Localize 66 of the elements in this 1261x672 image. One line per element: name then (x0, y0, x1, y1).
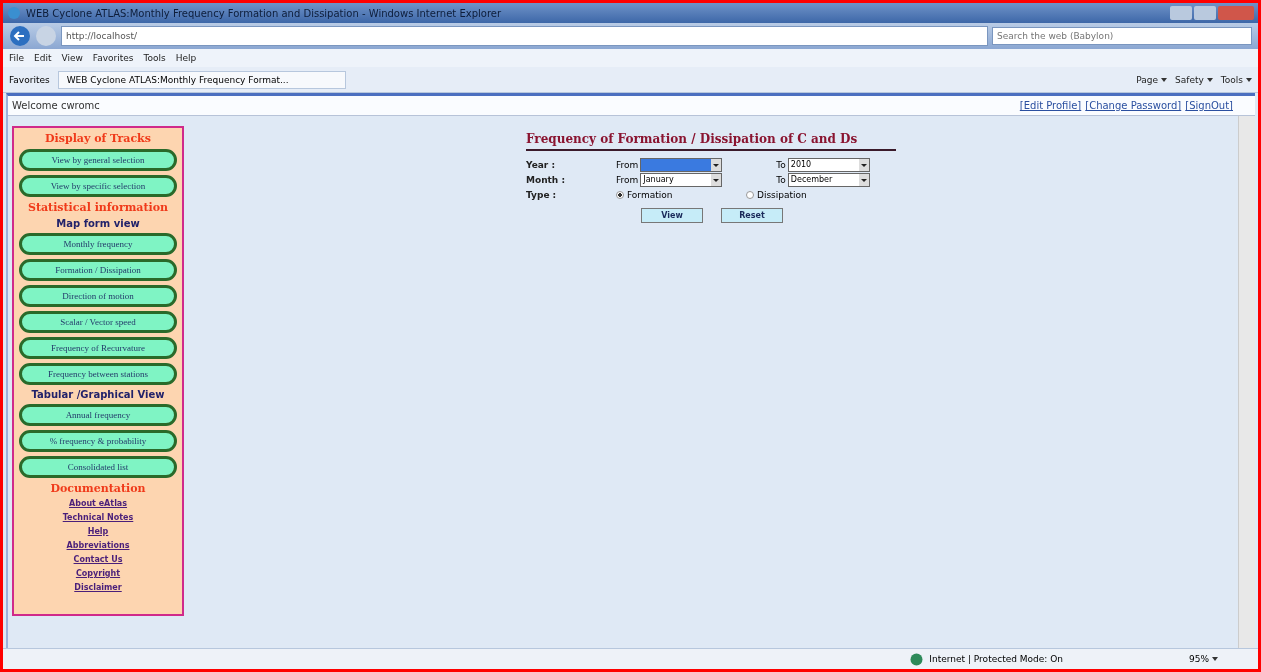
doc-link[interactable]: Abbreviations (66, 541, 130, 551)
to-label: To (776, 159, 786, 170)
nav-button[interactable]: Annual frequency (19, 404, 177, 426)
radio-option[interactable]: Dissipation (746, 189, 807, 200)
menu-item[interactable]: Tools (143, 53, 166, 63)
doc-link[interactable]: Help (87, 527, 109, 537)
account-link[interactable]: [Change Password] (1085, 100, 1182, 111)
toolbar-menu[interactable]: Page (1136, 74, 1168, 85)
menu-item[interactable]: File (9, 53, 25, 63)
menu-item[interactable]: Edit (34, 53, 52, 63)
subsection-heading: Tabular /Graphical View (31, 389, 165, 400)
nav-button[interactable]: View by general selection (19, 149, 177, 171)
menu-item[interactable]: View (61, 53, 83, 63)
nav-button[interactable]: View by specific selection (19, 175, 177, 197)
doc-link[interactable]: About eAtlas (68, 499, 128, 509)
dropdown[interactable]: January (640, 172, 723, 187)
toolbar-menu[interactable]: Tools (1220, 74, 1252, 85)
field-label: Type : (526, 189, 558, 200)
nav-button[interactable]: Direction of motion (19, 285, 177, 307)
radio-option[interactable]: Formation (616, 189, 746, 200)
section-heading: Statistical information (27, 201, 169, 214)
account-link[interactable]: [Edit Profile] (1019, 100, 1082, 111)
dropdown[interactable] (640, 157, 723, 172)
menu-item[interactable]: Favorites (92, 53, 134, 63)
toolbar-menu[interactable]: Safety (1175, 74, 1213, 85)
browser-tab[interactable]: WEB Cyclone ATLAS:Monthly Frequency Format... (57, 70, 346, 89)
nav-button[interactable]: Consolidated list (19, 456, 177, 478)
field-label: Month : (526, 174, 566, 185)
nav-button[interactable]: Frequency of Recurvature (19, 337, 177, 359)
caret-icon (1206, 77, 1213, 82)
address-field[interactable]: http://localhost/ (61, 26, 988, 46)
nav-button[interactable]: Formation / Dissipation (19, 259, 177, 281)
account-link[interactable]: [SignOut] (1185, 100, 1233, 111)
subsection-heading: Map form view (56, 218, 140, 229)
field-label: Year : (526, 159, 557, 170)
caret-icon (1161, 77, 1168, 82)
from-label: From (616, 174, 639, 185)
doc-link[interactable]: Disclaimer (74, 583, 122, 593)
doc-link[interactable]: Contact Us (73, 555, 123, 565)
caret-icon (1212, 657, 1218, 661)
favorites-button[interactable]: Favorites (9, 74, 50, 85)
window-title: WEB Cyclone ATLAS:Monthly Frequency Formation and Dissipation - Windows Internet Explorer (26, 7, 502, 19)
form-button[interactable]: View (641, 208, 703, 223)
dropdown[interactable]: 2010 (787, 157, 870, 172)
security-zone: Internet | Protected Mode: On (929, 654, 1063, 664)
welcome-text: Welcome cwromc (12, 100, 100, 111)
doc-link[interactable]: Technical Notes (62, 513, 134, 523)
doc-link[interactable]: Copyright (75, 569, 121, 579)
globe-icon (910, 652, 924, 666)
form-button[interactable]: Reset (721, 208, 783, 223)
from-label: From (616, 159, 639, 170)
back-icon[interactable] (9, 25, 31, 47)
section-heading: Documentation (50, 482, 146, 495)
caret-icon (1246, 77, 1252, 82)
to-label: To (776, 174, 786, 185)
nav-button[interactable]: % frequency & probability (19, 430, 177, 452)
zoom-level[interactable]: 95% (1189, 654, 1218, 664)
section-heading: Display of Tracks (45, 132, 151, 145)
dropdown[interactable]: December (787, 172, 870, 187)
menu-item[interactable]: Help (175, 53, 197, 63)
browser-icon (7, 6, 21, 20)
nav-button[interactable]: Scalar / Vector speed (19, 311, 177, 333)
nav-button[interactable]: Monthly frequency (19, 233, 177, 255)
search-field[interactable]: Search the web (Babylon) (992, 27, 1252, 45)
form-title: Frequency of Formation / Dissipation of C and Ds (526, 132, 896, 151)
nav-button[interactable]: Frequency between stations (19, 363, 177, 385)
